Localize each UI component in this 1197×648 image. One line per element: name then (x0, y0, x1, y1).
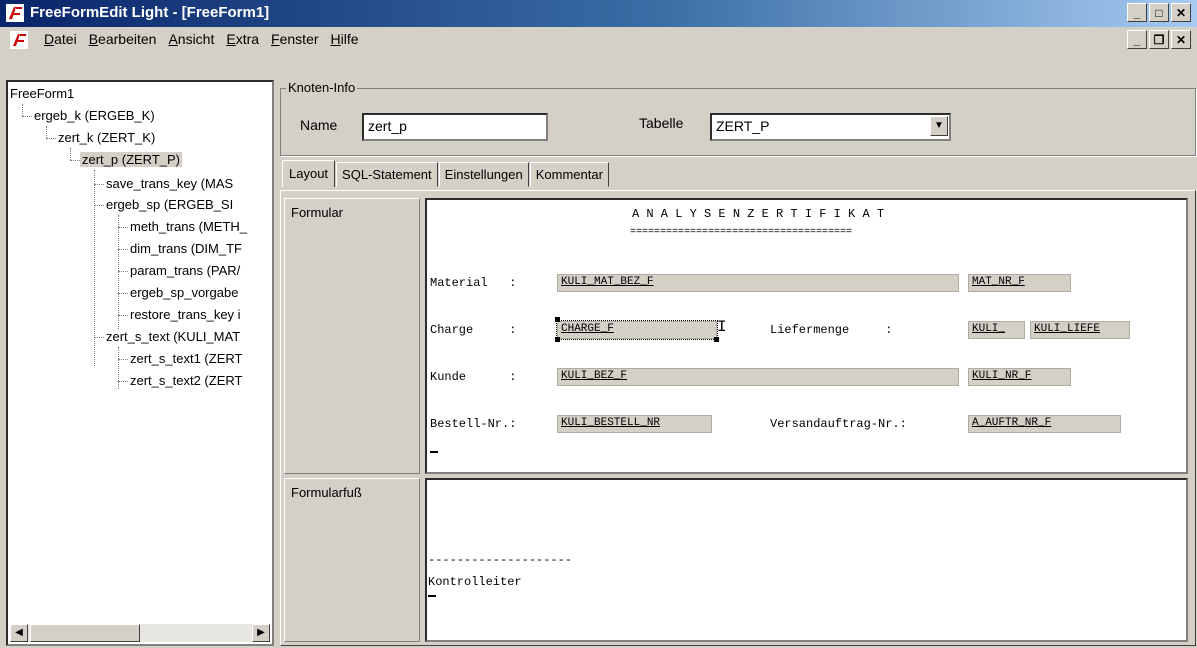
menu-hilfe[interactable]: Hilfe (325, 31, 365, 47)
menu-fenster[interactable]: Fenster (265, 31, 324, 47)
field-kuli-nr[interactable]: KULI_NR_F (968, 368, 1071, 386)
scroll-left-icon[interactable]: ◀ (10, 624, 28, 642)
field-kuli-mat-bez[interactable]: KULI_MAT_BEZ_F (557, 274, 959, 292)
tab-strip: Layout SQL-Statement Einstellungen Komme… (282, 160, 610, 187)
selection-handle[interactable] (555, 317, 560, 322)
field-a-auftr[interactable]: A_AUFTR_NR_F (968, 415, 1121, 433)
kunde-label[interactable]: Kunde : (430, 370, 516, 384)
material-label[interactable]: Material : (430, 276, 516, 290)
app-icon (6, 4, 24, 22)
tabelle-value: ZERT_P (716, 118, 770, 134)
tree-node[interactable]: zert_k (ZERT_K) (58, 130, 155, 145)
bestell-label[interactable]: Bestell-Nr.: (430, 417, 516, 431)
versand-label[interactable]: Versandauftrag-Nr.: (770, 417, 907, 431)
tree-view[interactable]: FreeForm1 ergeb_k (ERGEB_K) zert_k (ZERT… (6, 80, 274, 646)
tabelle-label: Tabelle (639, 115, 684, 131)
menu-ansicht[interactable]: Ansicht (162, 31, 220, 47)
title-bar: FreeFormEdit Light - [FreeForm1] _ □ ✕ (0, 0, 1197, 27)
tree-node[interactable]: ergeb_k (ERGEB_K) (34, 108, 155, 123)
tree-node[interactable]: ergeb_sp (ERGEB_SI (106, 197, 233, 212)
tab-einstellungen[interactable]: Einstellungen (438, 162, 529, 187)
maximize-button[interactable]: □ (1149, 3, 1169, 22)
tab-layout[interactable]: Layout (282, 160, 336, 187)
tree-node[interactable]: restore_trans_key i (130, 307, 241, 322)
field-kuli-liefe[interactable]: KULI_LIEFE (1030, 321, 1130, 339)
text-cursor-icon: I (717, 318, 727, 336)
close-button[interactable]: ✕ (1171, 3, 1191, 22)
menu-bar: Datei Bearbeiten Ansicht Extra Fenster H… (0, 27, 1197, 53)
footer-dashes[interactable]: -------------------- (428, 553, 572, 567)
field-kuli-bez[interactable]: KULI_BEZ_F (557, 368, 959, 386)
scroll-thumb[interactable] (30, 624, 140, 642)
child-restore-button[interactable]: ❐ (1149, 30, 1169, 49)
tree-node[interactable]: param_trans (PAR/ (130, 263, 240, 278)
selection-handle[interactable] (555, 337, 560, 342)
insertion-cursor (428, 595, 436, 597)
footer-kontrolleiter[interactable]: Kontrolleiter (428, 575, 522, 589)
menu-datei[interactable]: Datei (38, 31, 83, 47)
section-formular[interactable]: Formular (284, 198, 420, 474)
tree-node[interactable]: save_trans_key (MAS (106, 176, 233, 191)
menu-extra[interactable]: Extra (220, 31, 265, 47)
tree-node[interactable]: zert_s_text2 (ZERT (130, 373, 242, 388)
tree-node[interactable]: dim_trans (DIM_TF (130, 241, 242, 256)
section-formularfuss[interactable]: Formularfuß (284, 478, 420, 642)
document-icon[interactable] (10, 31, 28, 49)
chevron-down-icon[interactable]: ▼ (930, 116, 948, 136)
tree-horizontal-scrollbar[interactable]: ◀ ▶ (10, 624, 270, 642)
charge-label[interactable]: Charge : (430, 323, 516, 337)
liefermenge-label[interactable]: Liefermenge : (770, 323, 892, 337)
window-title: FreeFormEdit Light - [FreeForm1] (30, 4, 270, 21)
tree-node[interactable]: meth_trans (METH_ (130, 219, 247, 234)
tree-root[interactable]: FreeForm1 (10, 86, 74, 101)
name-label: Name (300, 117, 338, 133)
field-kuli[interactable]: KULI_ (968, 321, 1025, 339)
tab-kommentar[interactable]: Kommentar (529, 162, 609, 187)
tree-node-selected[interactable]: zert_p (ZERT_P) (80, 152, 183, 167)
field-mat-nr[interactable]: MAT_NR_F (968, 274, 1071, 292)
menu-bearbeiten[interactable]: Bearbeiten (83, 31, 163, 47)
child-minimize-button[interactable]: _ (1127, 30, 1147, 49)
insertion-cursor (430, 451, 438, 453)
minimize-button[interactable]: _ (1127, 3, 1147, 22)
field-kuli-bestell[interactable]: KULI_BESTELL_NR (557, 415, 712, 433)
scroll-right-icon[interactable]: ▶ (252, 624, 270, 642)
knoten-info-label: Knoten-Info (286, 80, 358, 95)
tree-node[interactable]: zert_s_text (KULI_MAT (106, 329, 240, 344)
form-heading[interactable]: A N A L Y S E N Z E R T I F I K A T (632, 207, 884, 221)
name-input[interactable]: zert_p (362, 113, 548, 141)
selection-handle[interactable] (714, 337, 719, 342)
child-close-button[interactable]: ✕ (1171, 30, 1191, 49)
tab-sql-statement[interactable]: SQL-Statement (336, 162, 438, 187)
tree-node[interactable]: zert_s_text1 (ZERT (130, 351, 242, 366)
field-charge[interactable]: CHARGE_F (556, 320, 718, 340)
form-heading-underline[interactable]: ===================================== (630, 227, 852, 238)
tabelle-select[interactable]: ZERT_P ▼ (710, 113, 951, 141)
tree-node[interactable]: ergeb_sp_vorgabe (130, 285, 238, 300)
